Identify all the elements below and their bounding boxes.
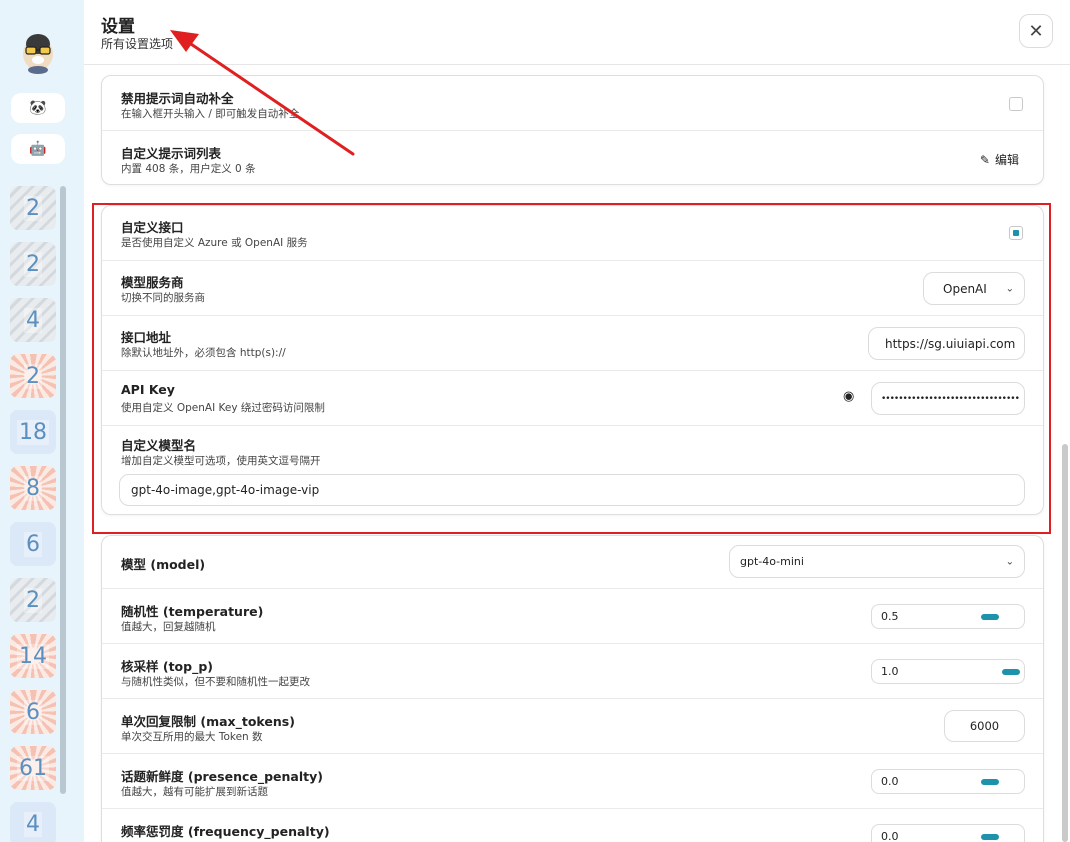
mask-button[interactable]: 🐼 [11, 93, 65, 123]
setting-title: 自定义模型名 [121, 438, 197, 453]
slider-thumb[interactable] [981, 834, 999, 840]
prompt-settings-card: 禁用提示词自动补全 在输入框开头输入 / 即可触发自动补全 自定义提示词列表 内… [101, 75, 1044, 185]
mask-item[interactable]: 4 [10, 298, 56, 342]
edit-button-label: 编辑 [994, 153, 1019, 167]
setting-row-disable-autocomplete: 禁用提示词自动补全 在输入框开头输入 / 即可触发自动补全 [102, 76, 1043, 131]
top-p-value: 1.0 [881, 665, 899, 678]
close-icon: ✕ [1028, 20, 1044, 42]
setting-description: 切换不同的服务商 [121, 292, 205, 304]
setting-title: 频率惩罚度 (frequency_penalty) [121, 824, 330, 839]
setting-row-top-p: 核采样 (top_p) 与随机性类似，但不要和随机性一起更改 1.0 [102, 644, 1043, 699]
model-settings-card: 模型 (model) gpt-4o-mini ⌄ 随机性 (temperatur… [101, 535, 1044, 842]
setting-title: 接口地址 [121, 330, 172, 345]
eye-off-icon[interactable]: ◉ [843, 389, 854, 404]
chevron-down-icon: ⌄ [1005, 283, 1014, 294]
app-logo-icon[interactable] [17, 30, 59, 74]
model-select[interactable]: gpt-4o-mini ⌄ [729, 545, 1025, 578]
main-scrollbar[interactable] [1062, 444, 1068, 842]
setting-description: 单次交互所用的最大 Token 数 [121, 731, 263, 743]
setting-description: 与随机性类似，但不要和随机性一起更改 [121, 676, 310, 688]
setting-row-endpoint: 接口地址 除默认地址外，必须包含 http(s):// https://sg.u… [102, 316, 1043, 371]
mask-item[interactable]: 2 [10, 186, 56, 230]
provider-select[interactable]: OpenAI ⌄ [923, 272, 1025, 305]
setting-description: 是否使用自定义 Azure 或 OpenAI 服务 [121, 237, 308, 249]
setting-title: 话题新鲜度 (presence_penalty) [121, 769, 323, 784]
slider-thumb[interactable] [981, 614, 999, 620]
setting-description: 值越大，回复越随机 [121, 621, 216, 633]
edit-prompts-button[interactable]: ✎ 编辑 [980, 151, 1019, 168]
setting-description: 除默认地址外，必须包含 http(s):// [121, 347, 286, 359]
setting-row-custom-prompts: 自定义提示词列表 内置 408 条，用户定义 0 条 ✎ 编辑 [102, 131, 1043, 186]
mask-item[interactable]: 2 [10, 354, 56, 398]
presence-penalty-value: 0.0 [881, 775, 899, 788]
setting-row-temperature: 随机性 (temperature) 值越大，回复越随机 0.5 [102, 589, 1043, 644]
custom-api-checkbox[interactable] [1009, 226, 1023, 240]
provider-value: OpenAI [943, 281, 987, 296]
setting-title: 随机性 (temperature) [121, 604, 264, 619]
close-button[interactable]: ✕ [1019, 14, 1053, 48]
settings-panel: 设置 所有设置选项 ✕ 禁用提示词自动补全 在输入框开头输入 / 即可触发自动补… [84, 0, 1070, 842]
settings-header: 设置 所有设置选项 ✕ [84, 0, 1070, 65]
mask-item[interactable]: 2 [10, 242, 56, 286]
model-value: gpt-4o-mini [740, 555, 804, 568]
setting-description: 使用自定义 OpenAI Key 绕过密码访问限制 [121, 402, 325, 414]
setting-row-provider: 模型服务商 切换不同的服务商 OpenAI ⌄ [102, 261, 1043, 316]
slider-thumb[interactable] [1002, 669, 1020, 675]
api-key-input[interactable]: •••••••••••••••••••••••••••••••• [871, 382, 1025, 415]
setting-row-custom-models: 自定义模型名 增加自定义模型可选项，使用英文逗号隔开 gpt-4o-image,… [102, 426, 1043, 516]
setting-title: 自定义接口 [121, 220, 184, 235]
setting-description: 内置 408 条，用户定义 0 条 [121, 163, 256, 175]
setting-description: 值越大，越有可能扩展到新话题 [121, 786, 268, 798]
setting-title: API Key [121, 382, 175, 397]
setting-row-max-tokens: 单次回复限制 (max_tokens) 单次交互所用的最大 Token 数 60… [102, 699, 1043, 754]
setting-title: 模型服务商 [121, 275, 184, 290]
page-title: 设置 [101, 17, 135, 37]
page-subtitle: 所有设置选项 [101, 37, 174, 51]
setting-title: 核采样 (top_p) [121, 659, 213, 674]
mask-item[interactable]: 4 [10, 802, 56, 842]
temperature-value: 0.5 [881, 610, 899, 623]
setting-title: 模型 (model) [121, 557, 206, 572]
disable-autocomplete-checkbox[interactable] [1009, 97, 1023, 111]
mask-item[interactable]: 18 [10, 410, 56, 454]
custom-models-input[interactable]: gpt-4o-image,gpt-4o-image-vip [119, 474, 1025, 506]
setting-row-frequency-penalty: 频率惩罚度 (frequency_penalty) 0.0 [102, 809, 1043, 842]
max-tokens-input[interactable]: 6000 [944, 710, 1025, 742]
setting-row-api-key: API Key 使用自定义 OpenAI Key 绕过密码访问限制 ◉ ••••… [102, 371, 1043, 426]
frequency-penalty-value: 0.0 [881, 830, 899, 842]
setting-description: 在输入框开头输入 / 即可触发自动补全 [121, 108, 300, 120]
mask-item[interactable]: 8 [10, 466, 56, 510]
setting-description: 增加自定义模型可选项，使用英文逗号隔开 [121, 455, 321, 467]
edit-icon: ✎ [979, 152, 990, 167]
slider-thumb[interactable] [981, 779, 999, 785]
bear-face-icon: 🐼 [29, 100, 47, 116]
mask-item[interactable]: 2 [10, 578, 56, 622]
setting-row-presence-penalty: 话题新鲜度 (presence_penalty) 值越大，越有可能扩展到新话题 … [102, 754, 1043, 809]
setting-title: 禁用提示词自动补全 [121, 91, 234, 106]
setting-row-model: 模型 (model) gpt-4o-mini ⌄ [102, 536, 1043, 589]
sidebar: 🐼 🤖 2 2 4 2 18 8 6 2 14 6 61 4 [0, 0, 84, 842]
top-p-slider[interactable]: 1.0 [871, 659, 1025, 684]
mask-item[interactable]: 61 [10, 746, 56, 790]
endpoint-input[interactable]: https://sg.uiuiapi.com [868, 327, 1025, 360]
chevron-down-icon: ⌄ [1005, 556, 1014, 567]
robot-icon: 🤖 [29, 141, 47, 157]
mask-item[interactable]: 6 [10, 690, 56, 734]
setting-title: 单次回复限制 (max_tokens) [121, 714, 295, 729]
setting-title: 自定义提示词列表 [121, 146, 222, 161]
custom-api-card: 自定义接口 是否使用自定义 Azure 或 OpenAI 服务 模型服务商 切换… [101, 205, 1044, 515]
sidebar-scrollbar[interactable] [60, 186, 66, 794]
mask-item[interactable]: 6 [10, 522, 56, 566]
plugin-button[interactable]: 🤖 [11, 134, 65, 164]
setting-row-custom-api: 自定义接口 是否使用自定义 Azure 或 OpenAI 服务 [102, 206, 1043, 261]
frequency-penalty-slider[interactable]: 0.0 [871, 824, 1025, 842]
mask-item[interactable]: 14 [10, 634, 56, 678]
temperature-slider[interactable]: 0.5 [871, 604, 1025, 629]
presence-penalty-slider[interactable]: 0.0 [871, 769, 1025, 794]
